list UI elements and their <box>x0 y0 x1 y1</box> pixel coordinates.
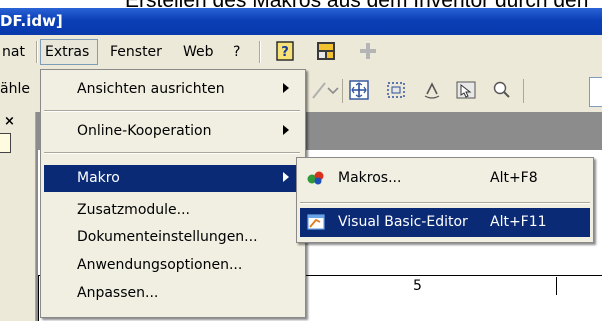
menu-item-label: Anwendungsoptionen... <box>77 257 243 273</box>
menu-item-makros[interactable]: Makros... Alt+F8 <box>300 164 590 193</box>
menu-item-dokumenteinstellungen[interactable]: Dokumenteinstellungen... <box>41 224 303 251</box>
menu-help[interactable]: ? <box>233 44 240 60</box>
submenu-arrow-icon <box>283 83 289 93</box>
ruler-number: 5 <box>413 278 422 294</box>
zoom-icon[interactable] <box>491 80 513 100</box>
svg-text:?: ? <box>281 45 289 60</box>
menu-item-online-kooperation[interactable]: Online-Kooperation <box>41 118 303 145</box>
toolbar-separator <box>523 79 524 103</box>
menu-item-anpassen[interactable]: Anpassen... <box>41 280 303 307</box>
menu-item-anwendungsoptionen[interactable]: Anwendungsoptionen... <box>41 252 303 279</box>
chevron-down-icon[interactable] <box>322 80 344 100</box>
menu-item-label: Online-Kooperation <box>77 123 212 139</box>
menu-extras[interactable]: Extras <box>40 39 98 65</box>
menu-item-label: Ansichten ausrichten <box>77 81 225 97</box>
dialog-icon[interactable] <box>315 40 337 62</box>
menu-format[interactable]: nat <box>2 44 25 60</box>
add-icon[interactable] <box>357 40 379 62</box>
tree-node[interactable] <box>0 133 11 153</box>
shortcut-label: Alt+F11 <box>490 214 547 230</box>
extras-dropdown: Ansichten ausrichten Online-Kooperation … <box>40 69 306 318</box>
menu-fenster[interactable]: Fenster <box>110 44 162 60</box>
window-title: DF.idw] <box>0 12 63 30</box>
close-icon[interactable]: × <box>4 114 15 129</box>
menu-bar: nat Extras Fenster Web ? ? <box>0 35 602 69</box>
ruler-tick <box>556 277 557 295</box>
makros-icon <box>307 171 324 185</box>
browser-panel: × <box>0 112 36 321</box>
select-label[interactable]: ähle <box>0 81 30 97</box>
menu-separator <box>44 110 300 112</box>
menu-item-zusatzmodule[interactable]: Zusatzmodule... <box>41 197 303 224</box>
menu-separator <box>300 202 590 204</box>
zoom-input[interactable] <box>589 77 602 107</box>
menu-web[interactable]: Web <box>183 44 214 60</box>
menu-separator <box>36 41 38 63</box>
menu-item-label: Zusatzmodule... <box>77 202 190 218</box>
menu-item-label: Anpassen... <box>77 285 159 301</box>
rotate-icon[interactable] <box>421 80 443 100</box>
zoom-window-icon[interactable] <box>385 80 407 100</box>
menu-separator <box>259 41 261 63</box>
submenu-arrow-icon <box>283 125 289 135</box>
menu-item-label: Visual Basic-Editor <box>338 214 468 230</box>
help-icon[interactable]: ? <box>274 40 296 62</box>
shortcut-label: Alt+F8 <box>490 170 538 186</box>
submenu-arrow-icon <box>283 172 289 182</box>
title-bar: DF.idw] <box>0 8 602 35</box>
menu-item-label: Makro <box>77 170 120 186</box>
menu-item-ansichten-ausrichten[interactable]: Ansichten ausrichten <box>41 76 303 103</box>
menu-item-visual-basic-editor[interactable]: Visual Basic-Editor Alt+F11 <box>300 208 590 237</box>
border-line <box>38 275 39 321</box>
pan-icon[interactable] <box>455 80 477 100</box>
zoom-all-icon[interactable] <box>348 80 370 100</box>
menu-separator <box>44 152 300 154</box>
menu-item-label: Makros... <box>338 170 402 186</box>
menu-item-makro[interactable]: Makro <box>44 165 300 192</box>
makro-submenu: Makros... Alt+F8 Visual Basic-Editor Alt… <box>296 157 594 243</box>
vb-editor-icon <box>307 214 325 230</box>
menu-item-label: Dokumenteinstellungen... <box>77 229 258 245</box>
menu-extras-label: Extras <box>45 44 90 60</box>
toolbar-separator <box>342 79 343 103</box>
